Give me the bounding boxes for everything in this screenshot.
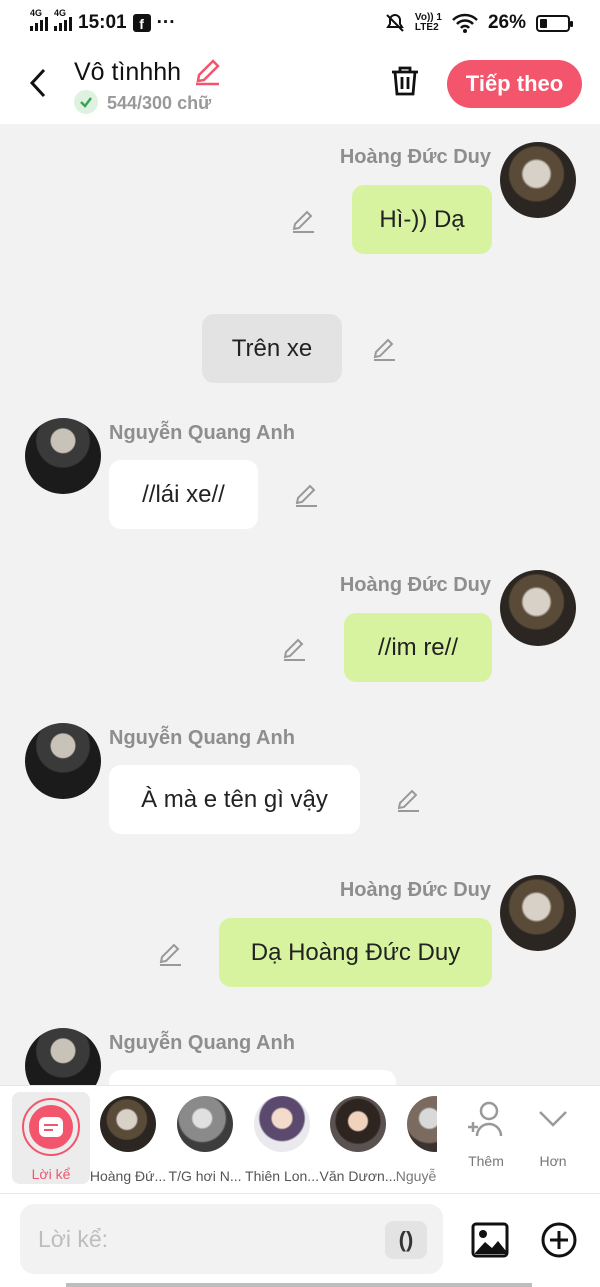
- edit-pencil-icon[interactable]: [290, 208, 316, 234]
- composer-bar: (): [0, 1193, 600, 1287]
- image-icon[interactable]: [470, 1221, 510, 1259]
- more-notifications: ···: [156, 12, 176, 33]
- character-name: Văn Dươn...: [319, 1168, 397, 1184]
- speaker-name: Hoàng Đức Duy: [339, 879, 491, 901]
- speaker-name: Nguyễn Quang Anh: [109, 422, 295, 444]
- message-bubble[interactable]: //im re//: [344, 613, 492, 682]
- speaker-name: Hoàng Đức Duy: [339, 574, 491, 596]
- message-bubble[interactable]: Hì-)) Dạ: [352, 185, 492, 254]
- speaker-name: Hoàng Đức Duy: [339, 146, 491, 168]
- character-name: Nguyễ: [395, 1168, 437, 1184]
- narrator-selector[interactable]: Lời kể: [12, 1092, 90, 1184]
- back-arrow-icon[interactable]: [26, 66, 50, 100]
- word-count: 544/300 chữ: [107, 93, 212, 113]
- narration-icon: [29, 1105, 73, 1149]
- avatar[interactable]: [25, 418, 101, 494]
- next-button[interactable]: Tiếp theo: [447, 60, 582, 108]
- avatar[interactable]: [500, 142, 576, 218]
- more-characters-button[interactable]: Hơn: [523, 1100, 583, 1169]
- narration-input[interactable]: [20, 1204, 443, 1274]
- wifi-icon: [452, 13, 478, 33]
- parentheses-button[interactable]: (): [385, 1221, 427, 1259]
- edit-pencil-icon[interactable]: [371, 336, 397, 362]
- avatar[interactable]: [500, 570, 576, 646]
- check-icon: [74, 90, 98, 114]
- narration-bubble[interactable]: Trên xe: [202, 314, 342, 383]
- signal-icon: 4G: [30, 8, 48, 31]
- avatar[interactable]: [25, 1028, 101, 1085]
- character-item[interactable]: Văn Dươn...: [318, 1096, 398, 1184]
- character-avatar: [177, 1096, 233, 1152]
- battery-percent: 26%: [487, 12, 526, 33]
- edit-pencil-icon[interactable]: [157, 941, 183, 967]
- character-bar: Lời kể Hoàng Đứ... T/G hơi N... Thiên Lo…: [0, 1085, 600, 1193]
- trash-icon[interactable]: [389, 64, 421, 98]
- status-bar: 4G 4G 15:01 f ··· Vo)) 1 LTE2 26%: [0, 0, 600, 46]
- add-user-icon: [468, 1101, 503, 1137]
- chevron-down-icon: [539, 1111, 567, 1127]
- more-characters-label: Hơn: [539, 1153, 567, 1169]
- character-item[interactable]: Hoàng Đứ...: [88, 1096, 168, 1184]
- message-bubble[interactable]: Dạ Hoàng Đức Duy: [219, 918, 492, 987]
- message-bubble[interactable]: //lái xe//: [109, 460, 258, 529]
- character-item[interactable]: T/G hơi N...: [165, 1096, 245, 1184]
- add-character-button[interactable]: Thêm: [456, 1100, 516, 1169]
- speaker-name: Nguyễn Quang Anh: [109, 727, 295, 749]
- message-bubble[interactable]: [109, 1070, 396, 1085]
- avatar[interactable]: [25, 723, 101, 799]
- battery-icon: [536, 14, 573, 32]
- facebook-icon: f: [132, 14, 151, 32]
- character-avatar: [330, 1096, 386, 1152]
- add-character-label: Thêm: [468, 1153, 504, 1169]
- signal-icon-2: 4G: [54, 8, 72, 31]
- character-name: T/G hơi N...: [168, 1168, 242, 1184]
- edit-pencil-icon[interactable]: [293, 482, 319, 508]
- character-avatar: [100, 1096, 156, 1152]
- character-avatar: [407, 1096, 437, 1152]
- message-bubble[interactable]: À mà e tên gì vậy: [109, 765, 360, 834]
- speaker-name: Nguyễn Quang Anh: [109, 1032, 295, 1054]
- header: Vô tìnhhh 544/300 chữ Tiếp theo: [0, 46, 600, 124]
- edit-title-icon[interactable]: [193, 58, 221, 86]
- battery-fill: [540, 18, 547, 28]
- character-item[interactable]: Thiên Lon...: [242, 1096, 322, 1184]
- add-circle-icon[interactable]: [540, 1221, 578, 1259]
- edit-pencil-icon[interactable]: [281, 636, 307, 662]
- volte-indicator: Vo)) 1 LTE2: [414, 12, 442, 33]
- bell-off-icon: [386, 13, 404, 32]
- character-name: Thiên Lon...: [245, 1168, 319, 1184]
- edit-pencil-icon[interactable]: [395, 787, 421, 813]
- character-avatar: [254, 1096, 310, 1152]
- character-name: Hoàng Đứ...: [89, 1168, 167, 1184]
- clock: 15:01: [78, 12, 127, 33]
- avatar[interactable]: [500, 875, 576, 951]
- story-title[interactable]: Vô tìnhhh: [74, 58, 181, 87]
- home-indicator: [66, 1283, 532, 1287]
- character-item[interactable]: Nguyễ: [395, 1096, 437, 1184]
- chat-area[interactable]: Hoàng Đức Duy Hì-)) Dạ Trên xe Nguyễn Qu…: [0, 124, 600, 1085]
- narrator-label: Lời kể: [31, 1166, 71, 1182]
